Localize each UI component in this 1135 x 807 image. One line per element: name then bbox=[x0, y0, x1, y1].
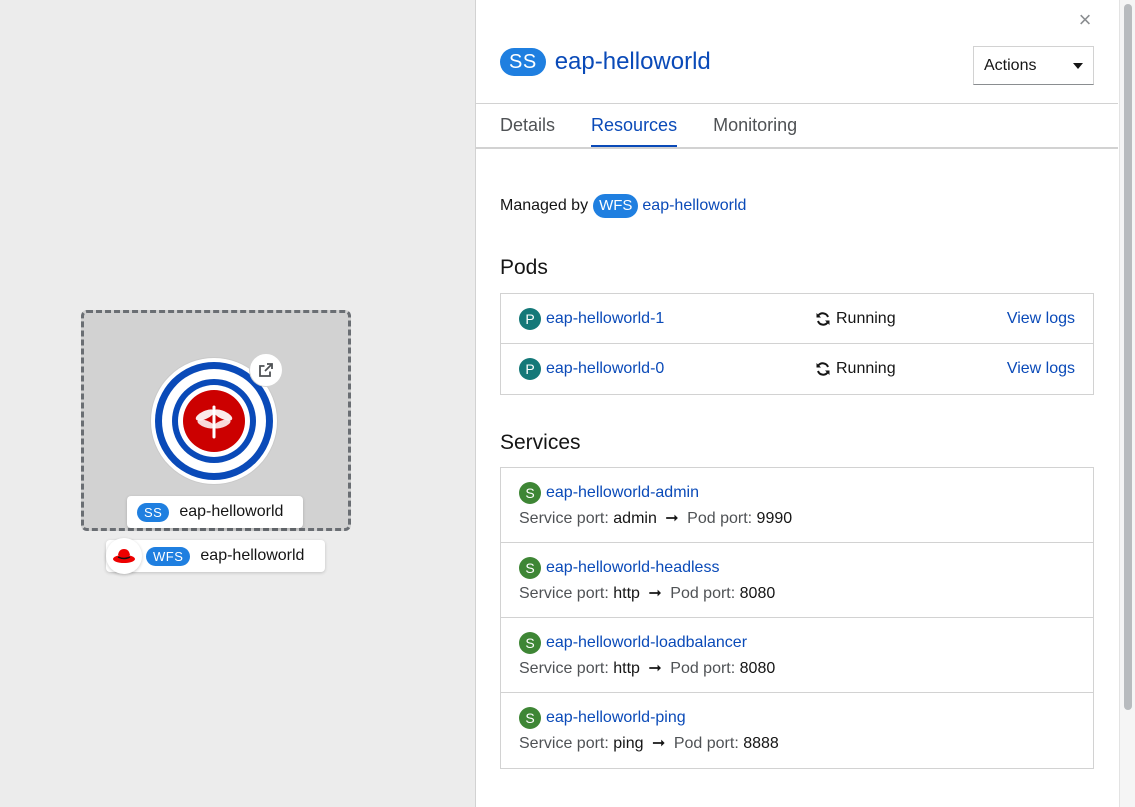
service-port-value: http bbox=[613, 585, 640, 602]
redhat-icon bbox=[106, 538, 142, 574]
services-list: S eap-helloworld-admin Service port: adm… bbox=[500, 467, 1094, 769]
pod-port-value: 8888 bbox=[743, 735, 779, 752]
service-link[interactable]: eap-helloworld-loadbalancer bbox=[546, 634, 747, 652]
tab-details[interactable]: Details bbox=[500, 104, 555, 148]
service-ports: Service port: http ➞ Pod port: 8080 bbox=[519, 583, 1075, 603]
dragonfly-icon bbox=[195, 405, 233, 439]
tab-resources[interactable]: Resources bbox=[591, 104, 678, 148]
service-port-value: ping bbox=[613, 735, 644, 752]
tab-monitoring[interactable]: Monitoring bbox=[713, 104, 797, 148]
pods-list: P eap-helloworld-1 Running View logs P e… bbox=[500, 293, 1094, 395]
view-logs-link[interactable]: View logs bbox=[1007, 294, 1075, 344]
service-port-label: Service port: bbox=[519, 660, 609, 677]
actions-label: Actions bbox=[984, 56, 1037, 74]
pod-status-text: Running bbox=[836, 360, 896, 377]
service-badge: S bbox=[519, 632, 541, 654]
pod-badge: P bbox=[519, 358, 541, 380]
group-name: eap-helloworld bbox=[200, 547, 305, 564]
caret-down-icon bbox=[1073, 62, 1083, 69]
service-row: S eap-helloworld-ping Service port: ping… bbox=[501, 693, 1093, 768]
service-row: S eap-helloworld-admin Service port: adm… bbox=[501, 468, 1093, 543]
managed-by-badge: WFS bbox=[593, 194, 639, 218]
node-badge: SS bbox=[137, 502, 170, 522]
service-link[interactable]: eap-helloworld-admin bbox=[546, 484, 699, 502]
sync-icon bbox=[816, 312, 830, 326]
pod-link[interactable]: eap-helloworld-1 bbox=[546, 310, 664, 328]
arrow-right-icon: ➞ bbox=[651, 735, 666, 752]
actions-dropdown[interactable]: Actions bbox=[973, 46, 1094, 85]
node-name: eap-helloworld bbox=[179, 503, 284, 520]
pod-port-value: 8080 bbox=[739, 585, 776, 602]
service-row: S eap-helloworld-headless Service port: … bbox=[501, 543, 1093, 618]
pod-status: Running bbox=[815, 294, 896, 344]
panel-header: SS eap-helloworld bbox=[500, 48, 711, 76]
group-badge: WFS bbox=[146, 546, 191, 566]
sync-icon bbox=[816, 362, 830, 376]
tab-bar: Details Resources Monitoring bbox=[500, 104, 833, 148]
node-label[interactable]: SS eap-helloworld bbox=[127, 496, 303, 528]
service-port-label: Service port: bbox=[519, 585, 609, 602]
service-link[interactable]: eap-helloworld-headless bbox=[546, 559, 719, 577]
scrollbar-thumb[interactable] bbox=[1124, 4, 1132, 710]
arrow-right-icon: ➞ bbox=[648, 660, 662, 677]
view-logs-link[interactable]: View logs bbox=[1007, 344, 1075, 394]
service-port-value: admin bbox=[613, 510, 657, 527]
managed-by-prefix: Managed by bbox=[500, 197, 589, 214]
service-ports: Service port: admin ➞ Pod port: 9990 bbox=[519, 508, 1075, 528]
service-link[interactable]: eap-helloworld-ping bbox=[546, 709, 686, 727]
service-port-value: http bbox=[613, 660, 640, 677]
service-badge: S bbox=[519, 557, 541, 579]
pod-port-value: 9990 bbox=[756, 510, 793, 527]
services-heading: Services bbox=[500, 431, 581, 454]
side-panel: × SS eap-helloworld Actions Details Reso… bbox=[475, 0, 1135, 807]
pod-port-label: Pod port: bbox=[673, 735, 739, 752]
pod-row: P eap-helloworld-0 Running View logs bbox=[501, 344, 1093, 394]
pod-badge: P bbox=[519, 307, 541, 330]
tabs-divider bbox=[476, 147, 1118, 149]
pod-link[interactable]: eap-helloworld-0 bbox=[546, 360, 664, 378]
page-title: eap-helloworld bbox=[554, 48, 711, 75]
pod-status: Running bbox=[815, 344, 896, 394]
service-ports: Service port: http ➞ Pod port: 8080 bbox=[519, 658, 1075, 678]
pod-port-label: Pod port: bbox=[687, 510, 753, 527]
pod-row: P eap-helloworld-1 Running View logs bbox=[501, 294, 1093, 344]
close-icon[interactable]: × bbox=[1073, 8, 1097, 32]
pod-status-text: Running bbox=[836, 310, 896, 327]
resource-badge: SS bbox=[500, 48, 546, 76]
managed-by: Managed by WFS eap-helloworld bbox=[500, 194, 746, 218]
open-url-icon[interactable] bbox=[249, 353, 283, 387]
arrow-right-icon: ➞ bbox=[665, 510, 679, 527]
service-port-label: Service port: bbox=[519, 510, 609, 527]
pod-port-label: Pod port: bbox=[670, 585, 736, 602]
service-ports: Service port: ping ➞ Pod port: 8888 bbox=[519, 733, 1075, 753]
service-badge: S bbox=[519, 482, 541, 504]
topology-canvas[interactable]: SS eap-helloworld WFS eap-helloworld bbox=[0, 0, 475, 807]
pods-heading: Pods bbox=[500, 256, 548, 279]
service-badge: S bbox=[519, 707, 541, 729]
pod-port-value: 8080 bbox=[739, 660, 776, 677]
service-port-label: Service port: bbox=[519, 735, 609, 752]
scrollbar[interactable] bbox=[1119, 0, 1135, 807]
arrow-right-icon: ➞ bbox=[648, 585, 662, 602]
pod-port-label: Pod port: bbox=[670, 660, 736, 677]
managed-by-link[interactable]: eap-helloworld bbox=[642, 197, 746, 215]
service-row: S eap-helloworld-loadbalancer Service po… bbox=[501, 618, 1093, 693]
